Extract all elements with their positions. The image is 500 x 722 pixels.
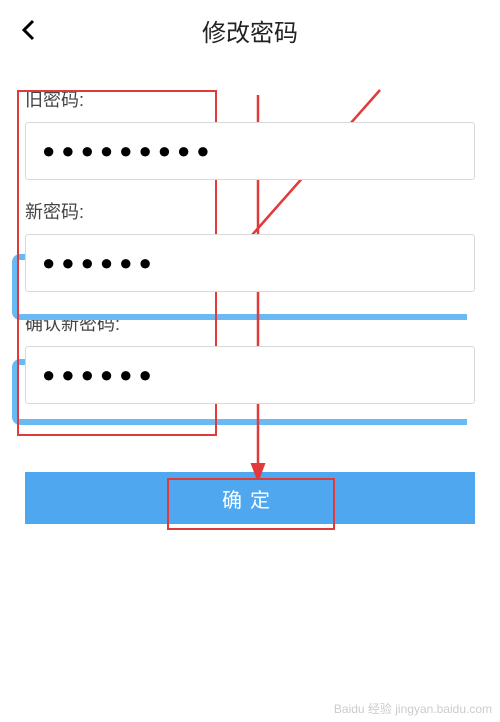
old-password-input[interactable]	[25, 122, 475, 180]
back-button[interactable]	[20, 18, 36, 47]
page-title: 修改密码	[0, 13, 500, 48]
watermark: Baidu 经验 jingyan.baidu.com	[334, 703, 492, 716]
chevron-left-icon	[20, 18, 36, 42]
new-password-input[interactable]	[25, 234, 475, 292]
password-form: 旧密码: 新密码: 确认新密码:	[0, 60, 500, 424]
confirm-password-input[interactable]	[25, 346, 475, 404]
confirm-button[interactable]: 确定	[25, 472, 475, 524]
new-password-label: 新密码:	[25, 198, 475, 224]
old-password-label: 旧密码:	[25, 86, 475, 112]
